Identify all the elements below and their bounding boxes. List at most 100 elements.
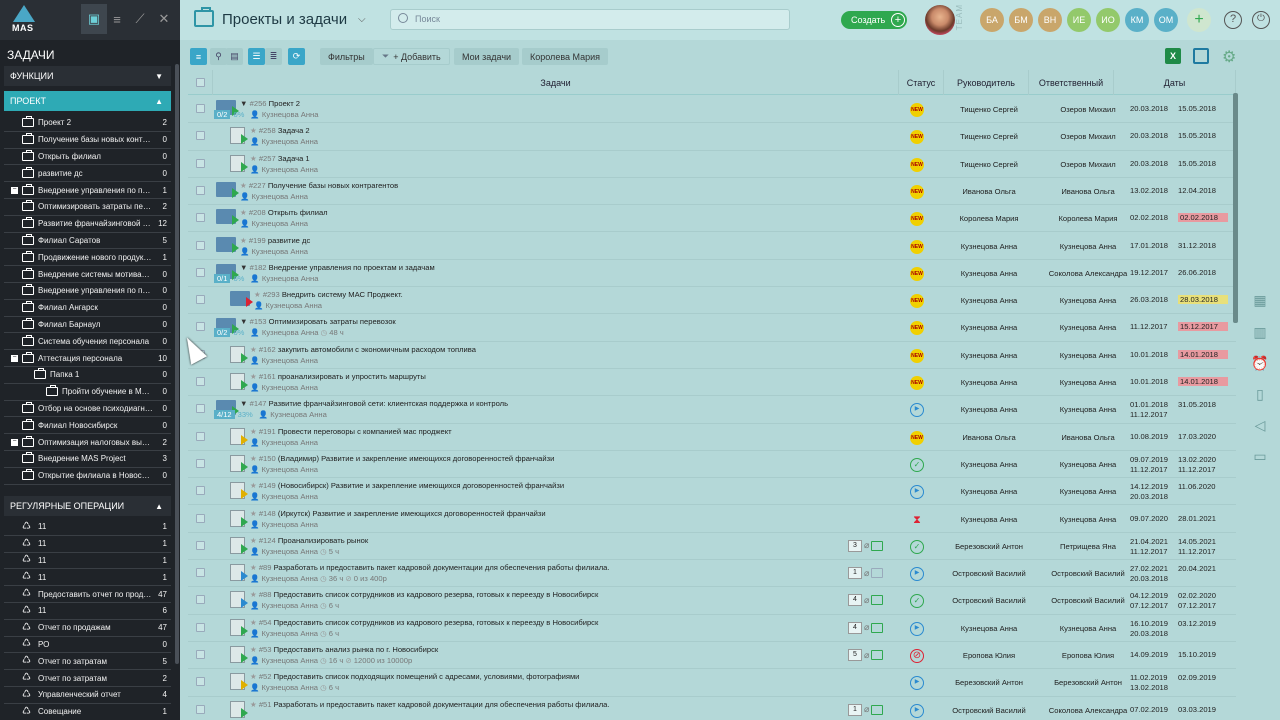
task-name[interactable]: Развитие франчайзинговой сети: клиентска… [269, 399, 508, 408]
sidebar-project-item[interactable]: Папка 1 0 [4, 367, 171, 384]
sidebar-regular-item[interactable]: ♺ Управленческий отчет 4 [4, 687, 171, 704]
col-dates[interactable]: Даты [1114, 70, 1236, 95]
manager-cell[interactable]: Березовский Антон [931, 678, 1047, 687]
sidebar-project-item[interactable]: Внедрение MAS Project 3 [4, 451, 171, 468]
print-preview-icon[interactable]: ▤ [226, 48, 243, 65]
task-name[interactable]: Оптимизировать затраты перевозок [269, 317, 396, 326]
responsible-cell[interactable]: Кузнецова Анна [1034, 405, 1142, 414]
star-icon[interactable]: ★ [250, 372, 257, 381]
row-checkbox[interactable] [196, 704, 205, 714]
task-name[interactable]: Разработать и предоставить пакет кадрово… [274, 700, 610, 709]
responsible-cell[interactable]: Кузнецова Анна [1034, 378, 1142, 387]
sidebar-project-item[interactable]: Открыть филиал 0 [4, 149, 171, 166]
in-progress-icon[interactable]: ▶ [910, 567, 924, 582]
sidebar-project-item[interactable]: Пройти обучение в Mass pro... 0 [4, 384, 171, 401]
member-avatar[interactable]: ИО [1096, 8, 1120, 32]
paperclip-icon[interactable]: ⌀ [864, 622, 869, 633]
alarm-icon[interactable]: ⏰ [1250, 355, 1270, 375]
close-icon[interactable]: ✕ [151, 4, 177, 34]
responsible-cell[interactable]: Озеров Михаил [1034, 105, 1142, 114]
sidebar-project-item[interactable]: − Внедрение управления по прое... 1 [4, 182, 171, 199]
responsible-cell[interactable]: Кузнецова Анна [1034, 487, 1142, 496]
new-badge-icon[interactable]: NEW [910, 430, 924, 445]
sidebar-regular-item[interactable]: ♺ Отчет по затратам 2 [4, 670, 171, 687]
sidebar-project-item[interactable]: Филиал Барнаул 0 [4, 317, 171, 334]
table-row[interactable]: ★ #150 (Владимир) Развитие и закрепление … [188, 451, 1236, 479]
sidebar-project-item[interactable]: Продвижение нового продукта ... 1 [4, 249, 171, 267]
row-checkbox[interactable] [196, 131, 205, 141]
expand-caret-icon[interactable]: ▼ [240, 99, 250, 108]
sidebar-project-item[interactable]: Оптимизировать затраты перев... 2 [4, 199, 171, 216]
table-row[interactable]: ★ #149 (Новосибирск) Развитие и закреплен… [188, 478, 1236, 506]
responsible-cell[interactable]: Королева Мария [1034, 214, 1142, 223]
sidebar-regular-item[interactable]: ♺ Отчет по затратам 5 [4, 653, 171, 671]
star-icon[interactable]: ★ [240, 236, 247, 245]
responsible-cell[interactable]: Иванова Ольга [1034, 433, 1142, 442]
row-checkbox[interactable] [196, 622, 205, 632]
row-checkbox[interactable] [196, 267, 205, 277]
table-row[interactable]: ★ #51 Разработать и предоставить пакет ка… [188, 697, 1236, 720]
new-badge-icon[interactable]: NEW [910, 130, 924, 145]
star-icon[interactable]: ★ [250, 618, 257, 627]
sidebar-project-item[interactable]: Получение базы новых контраге... 0 [4, 132, 171, 149]
chart-icon[interactable]: ⟋ [127, 4, 153, 34]
table-scrollbar[interactable] [1233, 93, 1238, 323]
star-icon[interactable]: ★ [250, 563, 257, 572]
sidebar-regular-item[interactable]: ♺ 11 1 [4, 536, 171, 553]
table-row[interactable]: ★ #52 Предоставить список подходящих поме… [188, 669, 1236, 697]
sidebar-project-item[interactable]: Филиал Новосибирск 0 [4, 417, 171, 435]
rows-view-icon[interactable]: ☰ [248, 48, 265, 65]
done-icon[interactable]: ✓ [910, 457, 924, 472]
star-icon[interactable]: ★ [250, 645, 257, 654]
col-manager[interactable]: Руководитель [944, 70, 1029, 95]
task-name[interactable]: Предоставить анализ рынка по г. Новосиби… [274, 645, 439, 654]
task-name[interactable]: Предоставить список сотрудников из кадро… [274, 590, 599, 599]
star-icon[interactable]: ★ [250, 126, 257, 135]
filters-button[interactable]: Фильтры [320, 48, 373, 65]
chat-icon[interactable] [871, 540, 884, 551]
refresh-icon[interactable]: ⟳ [288, 48, 305, 65]
table-row[interactable]: ★ #88 Предоставить список сотрудников из … [188, 587, 1236, 615]
comment-count[interactable]: 1 [848, 703, 862, 716]
star-icon[interactable]: ★ [250, 700, 257, 709]
new-badge-icon[interactable]: NEW [910, 212, 924, 227]
manager-cell[interactable]: Королева Мария [931, 214, 1047, 223]
manager-cell[interactable]: Кузнецова Анна [931, 378, 1047, 387]
task-name[interactable]: Разработать и предоставить пакет кадрово… [274, 563, 610, 572]
member-avatar[interactable]: ИЕ [1067, 8, 1091, 32]
manager-cell[interactable]: Тищенко Сергей [931, 105, 1047, 114]
chat-icon[interactable] [871, 650, 884, 660]
table-row[interactable]: ★ #148 (Иркутск) Развитие и закрепление и… [188, 506, 1236, 533]
search-input[interactable]: Поиск [390, 9, 790, 30]
regular-section[interactable]: РЕГУЛЯРНЫЕ ОПЕРАЦИИ ▲ [4, 496, 171, 516]
comment-count[interactable]: 4 [848, 594, 862, 607]
sidebar-regular-item[interactable]: ♺ РО 0 [4, 637, 171, 654]
in-progress-icon[interactable]: ▶ [910, 703, 924, 718]
print-icon[interactable] [1193, 48, 1209, 64]
table-row[interactable]: ▼ #256 Проект 2 0/2 0% 👤 Кузнецова Анна NEW Ти… [188, 96, 1236, 124]
row-checkbox[interactable] [196, 650, 205, 659]
page-title[interactable]: Проекты и задачи [222, 11, 347, 28]
calendar-grid-icon[interactable]: ▥ [1250, 324, 1270, 344]
comment-count[interactable]: 5 [848, 649, 862, 661]
manager-cell[interactable]: Кузнецова Анна [931, 323, 1047, 332]
table-row[interactable]: ★ #257 Задача 1 👤 Кузнецова Анна NEW Тищенко … [188, 151, 1236, 178]
responsible-cell[interactable]: Островский Василий [1034, 569, 1142, 578]
task-name[interactable]: (Иркутск) Развитие и закрепление имеющих… [278, 509, 546, 518]
task-name[interactable]: Открыть филиал [268, 208, 328, 217]
responsible-cell[interactable]: Островский Василий [1034, 596, 1142, 605]
table-row[interactable]: ★ #191 Провести переговоры с компанией ма… [188, 424, 1236, 451]
manager-cell[interactable]: Кузнецова Анна [931, 296, 1047, 305]
row-checkbox[interactable] [196, 513, 205, 523]
power-icon[interactable]: ⏻ [1252, 11, 1270, 29]
task-name[interactable]: Внедрение управления по проектам и задач… [269, 263, 435, 272]
new-badge-icon[interactable]: NEW [910, 103, 924, 117]
sidebar-project-item[interactable]: Внедрение управления по прое... 0 [4, 283, 171, 300]
help-icon[interactable]: ? [1224, 11, 1242, 29]
star-icon[interactable]: ★ [250, 154, 257, 163]
sidebar-regular-item[interactable]: ♺ Совещание 1 [4, 704, 171, 720]
task-name[interactable]: Проанализировать рынок [278, 536, 368, 545]
manager-cell[interactable]: Еропова Юлия [931, 651, 1047, 660]
manager-cell[interactable]: Кузнецова Анна [931, 405, 1047, 414]
sidebar-project-item[interactable]: Отбор на основе психодиагност... 0 [4, 401, 171, 418]
